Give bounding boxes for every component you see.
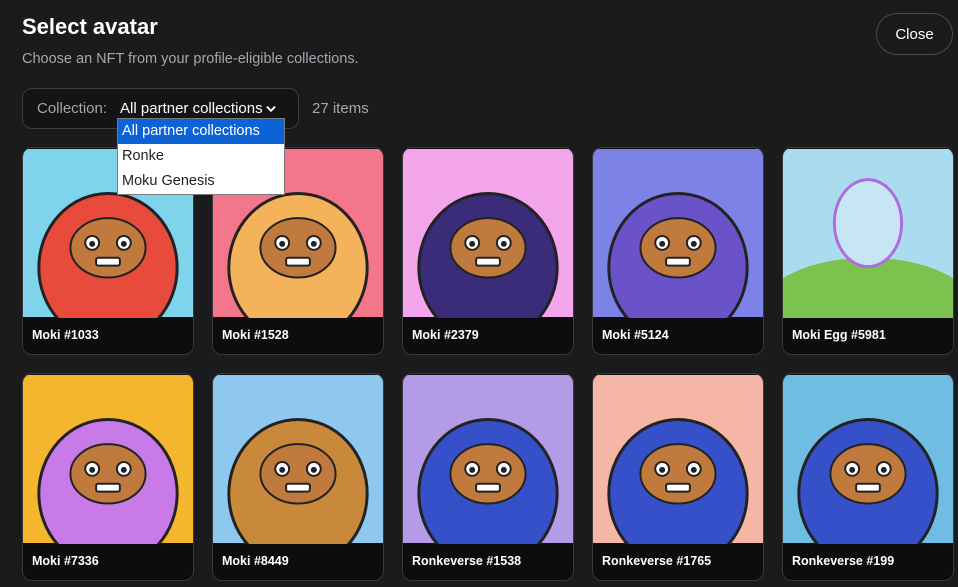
dropdown-option-moku-genesis[interactable]: Moku Genesis [118,169,284,194]
nft-avatar-image [783,148,953,318]
nft-card[interactable]: Ronkeverse #1538 [402,373,574,581]
nft-card-label: Moki #8449 [213,544,383,580]
nft-card-label: Ronkeverse #199 [783,544,953,580]
nft-avatar-image [593,148,763,318]
item-count: 27 items [312,100,369,117]
nft-card-label: Moki #1528 [213,318,383,354]
collection-dropdown: All partner collections Ronke Moku Genes… [117,118,285,195]
nft-avatar-image [593,374,763,544]
nft-avatar-image [403,374,573,544]
nft-card[interactable]: Moki #2379 [402,147,574,355]
nft-card-label: Moki #7336 [23,544,193,580]
nft-card-label: Moki #1033 [23,318,193,354]
nft-card-label: Ronkeverse #1538 [403,544,573,580]
nft-card[interactable]: Moki Egg #5981 [782,147,954,355]
nft-avatar-image [213,374,383,544]
nft-avatar-image [403,148,573,318]
nft-card-label: Moki #5124 [593,318,763,354]
nft-card-label: Ronkeverse #1765 [593,544,763,580]
dropdown-option-all[interactable]: All partner collections [118,119,284,144]
nft-card[interactable]: Moki #7336 [22,373,194,581]
nft-card-label: Moki Egg #5981 [783,318,953,354]
nft-avatar-image [23,374,193,544]
nft-card[interactable]: Ronkeverse #199 [782,373,954,581]
collection-label: Collection: [37,100,108,117]
collection-select[interactable]: All partner collections [120,100,277,117]
nft-card-label: Moki #2379 [403,318,573,354]
dropdown-option-ronke[interactable]: Ronke [118,144,284,169]
nft-card[interactable]: Moki #5124 [592,147,764,355]
collection-select-value: All partner collections [120,100,263,117]
nft-card[interactable]: Ronkeverse #1765 [592,373,764,581]
nft-avatar-image [783,374,953,544]
chevron-down-icon [266,105,276,112]
page-subtitle: Choose an NFT from your profile-eligible… [22,51,359,67]
nft-card[interactable]: Moki #8449 [212,373,384,581]
close-button[interactable]: Close [876,13,953,55]
page-title: Select avatar [22,14,158,39]
